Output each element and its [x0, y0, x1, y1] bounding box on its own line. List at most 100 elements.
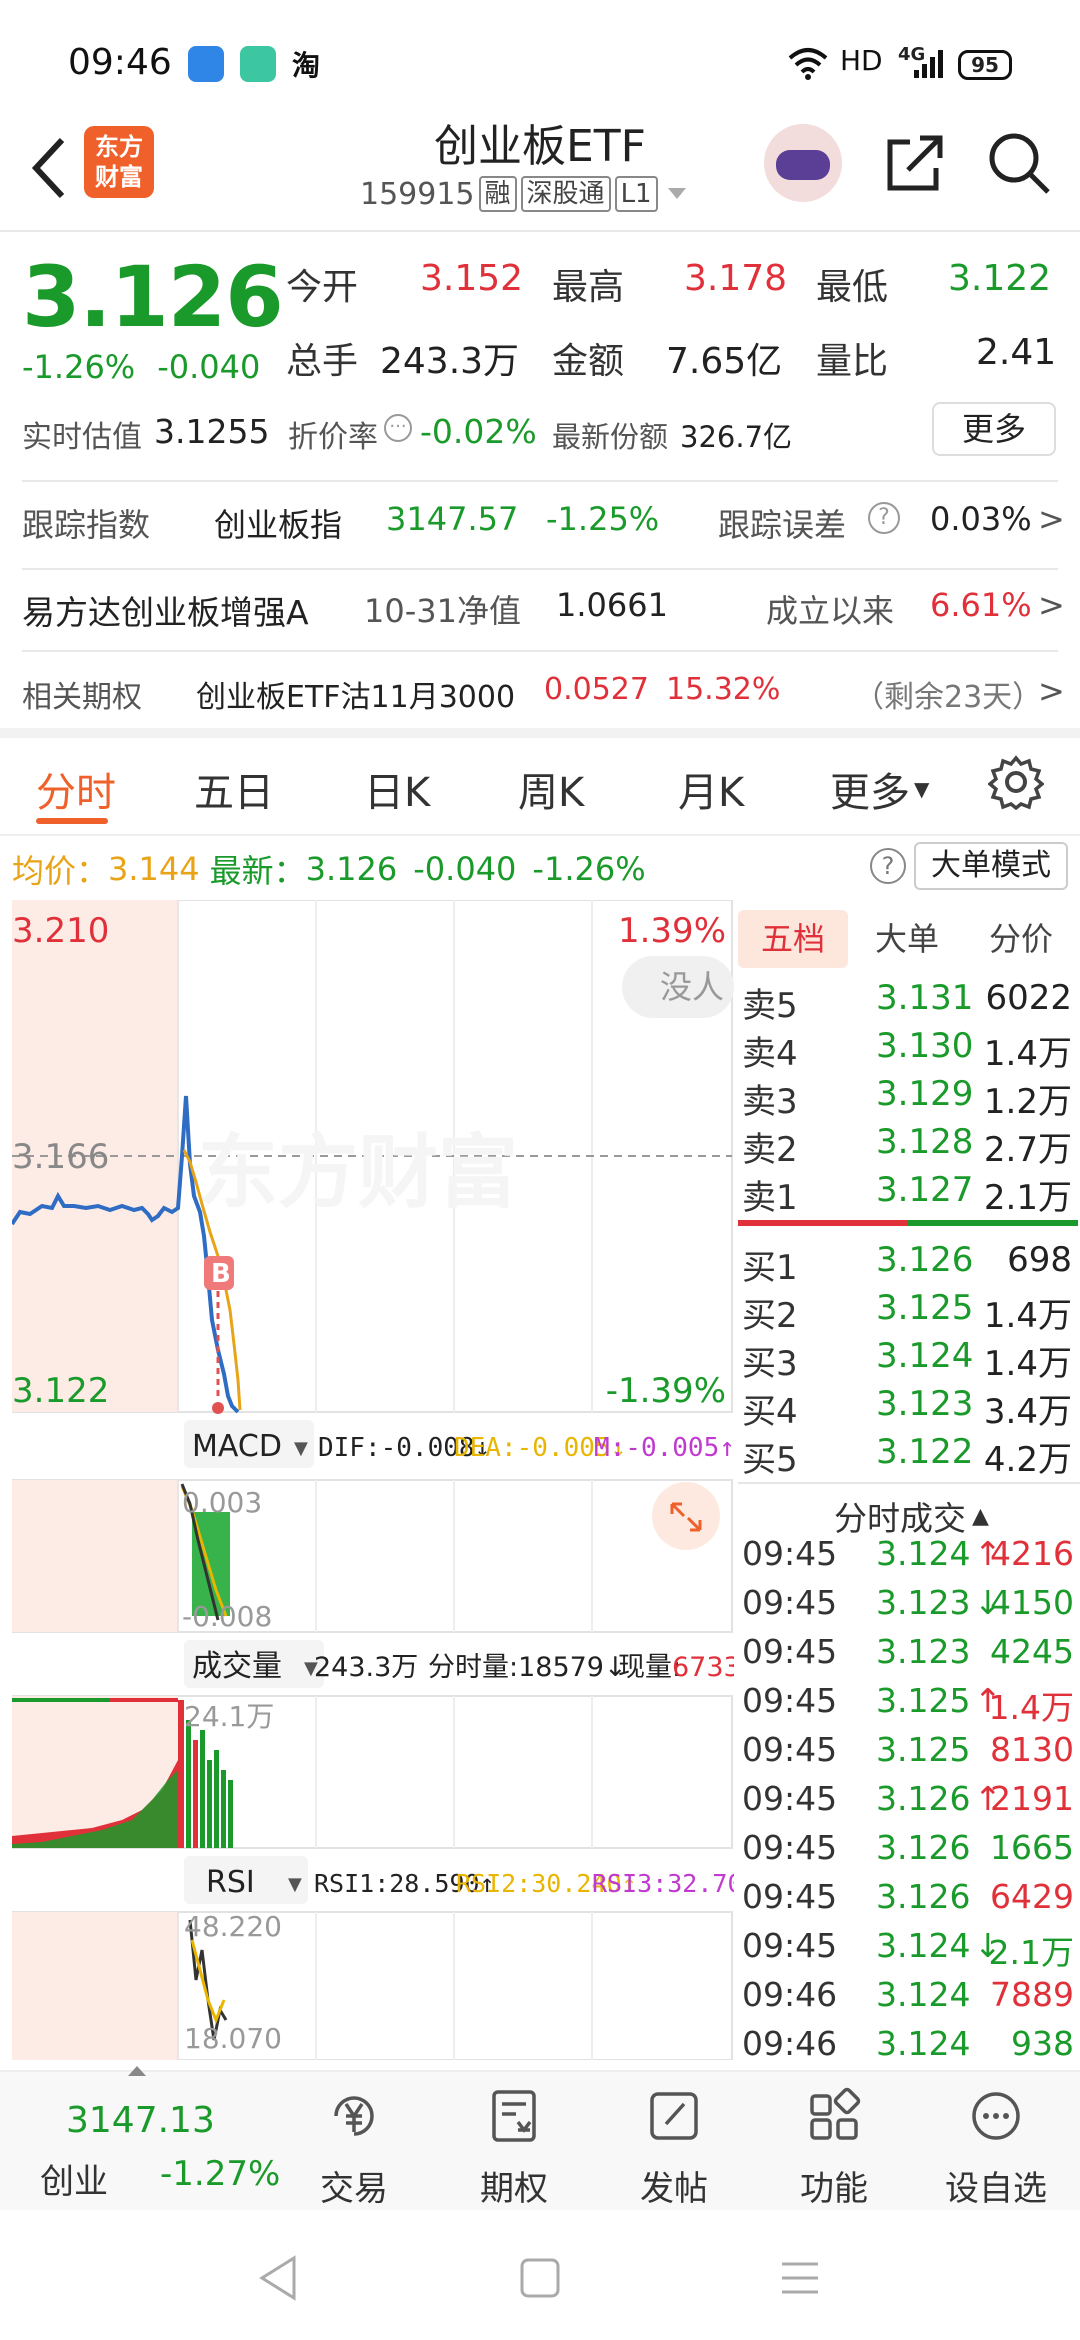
- buy-volume: 1.4万: [983, 1296, 1072, 1336]
- nav-home-icon[interactable]: [518, 2256, 562, 2300]
- buy-volume: 698: [1007, 1240, 1072, 1280]
- sell-row[interactable]: 卖2 3.128 2.7万: [738, 1122, 1078, 1170]
- sell-volume: 2.7万: [983, 1130, 1072, 1170]
- tab-price-distribution[interactable]: 分价: [966, 910, 1076, 968]
- functions-button[interactable]: 功能: [774, 2086, 894, 2210]
- sell-row[interactable]: 卖3 3.129 1.2万: [738, 1074, 1078, 1122]
- functions-label: 功能: [800, 2169, 868, 2209]
- options-doc-icon: [492, 2090, 536, 2142]
- margin-tag: 融: [478, 176, 517, 212]
- trade-button[interactable]: 交易: [294, 2086, 414, 2210]
- volume-total: 243.3万: [314, 1652, 418, 1683]
- tab-intraday[interactable]: 分时: [36, 760, 116, 818]
- watermark: 东方财富: [198, 1126, 518, 1219]
- sell-row[interactable]: 卖4 3.130 1.4万: [738, 1026, 1078, 1074]
- sell-pressure-bar: [738, 1220, 908, 1226]
- tick-price: 3.126: [876, 1779, 971, 1818]
- option-row[interactable]: 相关期权 创业板ETF沽11月3000 0.0527 15.32% （剩余23天…: [22, 664, 1065, 724]
- tick-volume: 4245: [990, 1632, 1074, 1671]
- buy-row[interactable]: 买1 3.126 698: [738, 1240, 1078, 1288]
- divider: [738, 1482, 1080, 1484]
- sell-label: 卖1: [742, 1178, 798, 1218]
- buy-row[interactable]: 买4 3.123 3.4万: [738, 1384, 1078, 1432]
- order-book: 五档 大单 分价 卖5 3.131 6022 卖4 3.130 1.4万 卖3 3.129…: [738, 900, 1080, 2060]
- tab-weekly-k[interactable]: 周K: [518, 760, 584, 818]
- ticks-header[interactable]: 分时成交 ▲: [834, 1492, 989, 1540]
- tick-time: 09:46: [742, 2024, 838, 2060]
- bottom-index-change[interactable]: -1.27%: [160, 2154, 280, 2194]
- avg-value: 3.144: [108, 850, 200, 888]
- hd-indicator: HD: [840, 44, 883, 77]
- tab-five-levels[interactable]: 五档: [738, 910, 848, 968]
- low-value: 3.122: [948, 258, 1052, 299]
- buy-label: 买4: [742, 1392, 798, 1432]
- back-icon[interactable]: [22, 128, 82, 208]
- ticks-list[interactable]: 09:45 3.124 ↑ 4216 09:45 3.123 ↓ 4150 09:45 3.123…: [738, 1534, 1080, 2060]
- expand-button[interactable]: [652, 1482, 720, 1550]
- tab-large-orders[interactable]: 大单: [852, 910, 962, 968]
- sell-volume: 1.2万: [983, 1082, 1072, 1122]
- sell-label: 卖4: [742, 1034, 798, 1074]
- more-button[interactable]: 更多: [932, 402, 1056, 456]
- sell-row[interactable]: 卖5 3.131 6022: [738, 978, 1078, 1026]
- tab-daily-k[interactable]: 日K: [364, 760, 430, 818]
- add-watchlist-button[interactable]: 设自选: [936, 2086, 1056, 2210]
- app-logo[interactable]: 东方财富: [84, 126, 154, 198]
- volume-bar: [207, 1760, 212, 1848]
- tick-row: 09:45 3.124 ↑ 4216: [738, 1534, 1080, 1583]
- tab-more[interactable]: 更多 ▼: [830, 760, 929, 818]
- options-button[interactable]: 期权: [454, 2086, 574, 2210]
- buy-volume: 4.2万: [983, 1440, 1072, 1480]
- buy-label: 买2: [742, 1296, 798, 1336]
- section-gap: [0, 728, 1080, 738]
- tracking-error-value: 0.03%: [930, 500, 1032, 538]
- tab-five-day[interactable]: 五日: [194, 760, 274, 818]
- buy-label: 买3: [742, 1344, 798, 1384]
- tracking-label: 跟踪指数: [22, 506, 151, 544]
- big-order-mode-button[interactable]: 大单模式: [914, 842, 1068, 890]
- tick-time: 09:45: [742, 1583, 838, 1622]
- nav-back-icon[interactable]: [256, 2254, 300, 2302]
- tab-monthly-k[interactable]: 月K: [678, 760, 744, 818]
- tick-price: 3.126: [876, 1828, 971, 1867]
- divider: [22, 480, 1058, 482]
- bottom-index-name[interactable]: 创业: [40, 2154, 108, 2203]
- premium-label: 折价率: [288, 420, 378, 455]
- tick-price: 3.124: [876, 1975, 971, 2014]
- search-icon[interactable]: [984, 128, 1054, 198]
- intraday-chart[interactable]: 东方财富 B 3.210 3.166 3.122 1.39% -1.39% 没人…: [10, 899, 773, 2061]
- nav-menu-icon[interactable]: [778, 2258, 822, 2298]
- fund-row[interactable]: 易方达创业板增强A 10-31净值 1.0661 成立以来 6.61% >: [22, 578, 1065, 638]
- buy-volume: 1.4万: [983, 1344, 1072, 1384]
- sell-label: 卖5: [742, 986, 798, 1026]
- high-value: 3.178: [684, 258, 788, 299]
- sell-volume: 1.4万: [983, 1034, 1072, 1074]
- share-icon[interactable]: [880, 128, 950, 198]
- tick-time: 09:45: [742, 1730, 838, 1769]
- tick-volume: 2191: [990, 1779, 1074, 1818]
- buy-row[interactable]: 买2 3.125 1.4万: [738, 1288, 1078, 1336]
- tick-price: 3.125: [876, 1730, 971, 1769]
- rsi-label: RSI: [206, 1865, 255, 1900]
- sell-price: 3.130: [876, 1026, 974, 1066]
- stock-code-row[interactable]: 159915 融 深股通 L1: [360, 176, 690, 212]
- macd-m: M:-0.005↑: [594, 1433, 734, 1463]
- bottom-index-value[interactable]: 3147.13: [66, 2100, 215, 2141]
- help-icon[interactable]: ?: [868, 502, 900, 534]
- sell-price: 3.129: [876, 1074, 974, 1114]
- post-button[interactable]: 发帖: [614, 2086, 734, 2210]
- sell-row[interactable]: 卖1 3.127 2.1万: [738, 1170, 1078, 1218]
- tick-price: 3.123: [876, 1632, 971, 1671]
- tracking-row[interactable]: 跟踪指数 创业板指 3147.57 -1.25% 跟踪误差 ? 0.03% >: [22, 492, 1065, 552]
- buy-price: 3.124: [876, 1336, 974, 1376]
- gear-icon[interactable]: [988, 754, 1044, 810]
- info-icon[interactable]: ···: [384, 414, 412, 442]
- help-icon[interactable]: ?: [870, 848, 906, 884]
- buy-row[interactable]: 买5 3.122 4.2万: [738, 1432, 1078, 1480]
- tick-time: 09:45: [742, 1828, 838, 1867]
- trade-label: 交易: [320, 2169, 388, 2209]
- chevron-down-icon: [667, 188, 686, 199]
- buy-row[interactable]: 买3 3.124 1.4万: [738, 1336, 1078, 1384]
- tick-row: 09:45 3.123 ↓ 4150: [738, 1583, 1080, 1632]
- tick-volume: 8130: [990, 1730, 1074, 1769]
